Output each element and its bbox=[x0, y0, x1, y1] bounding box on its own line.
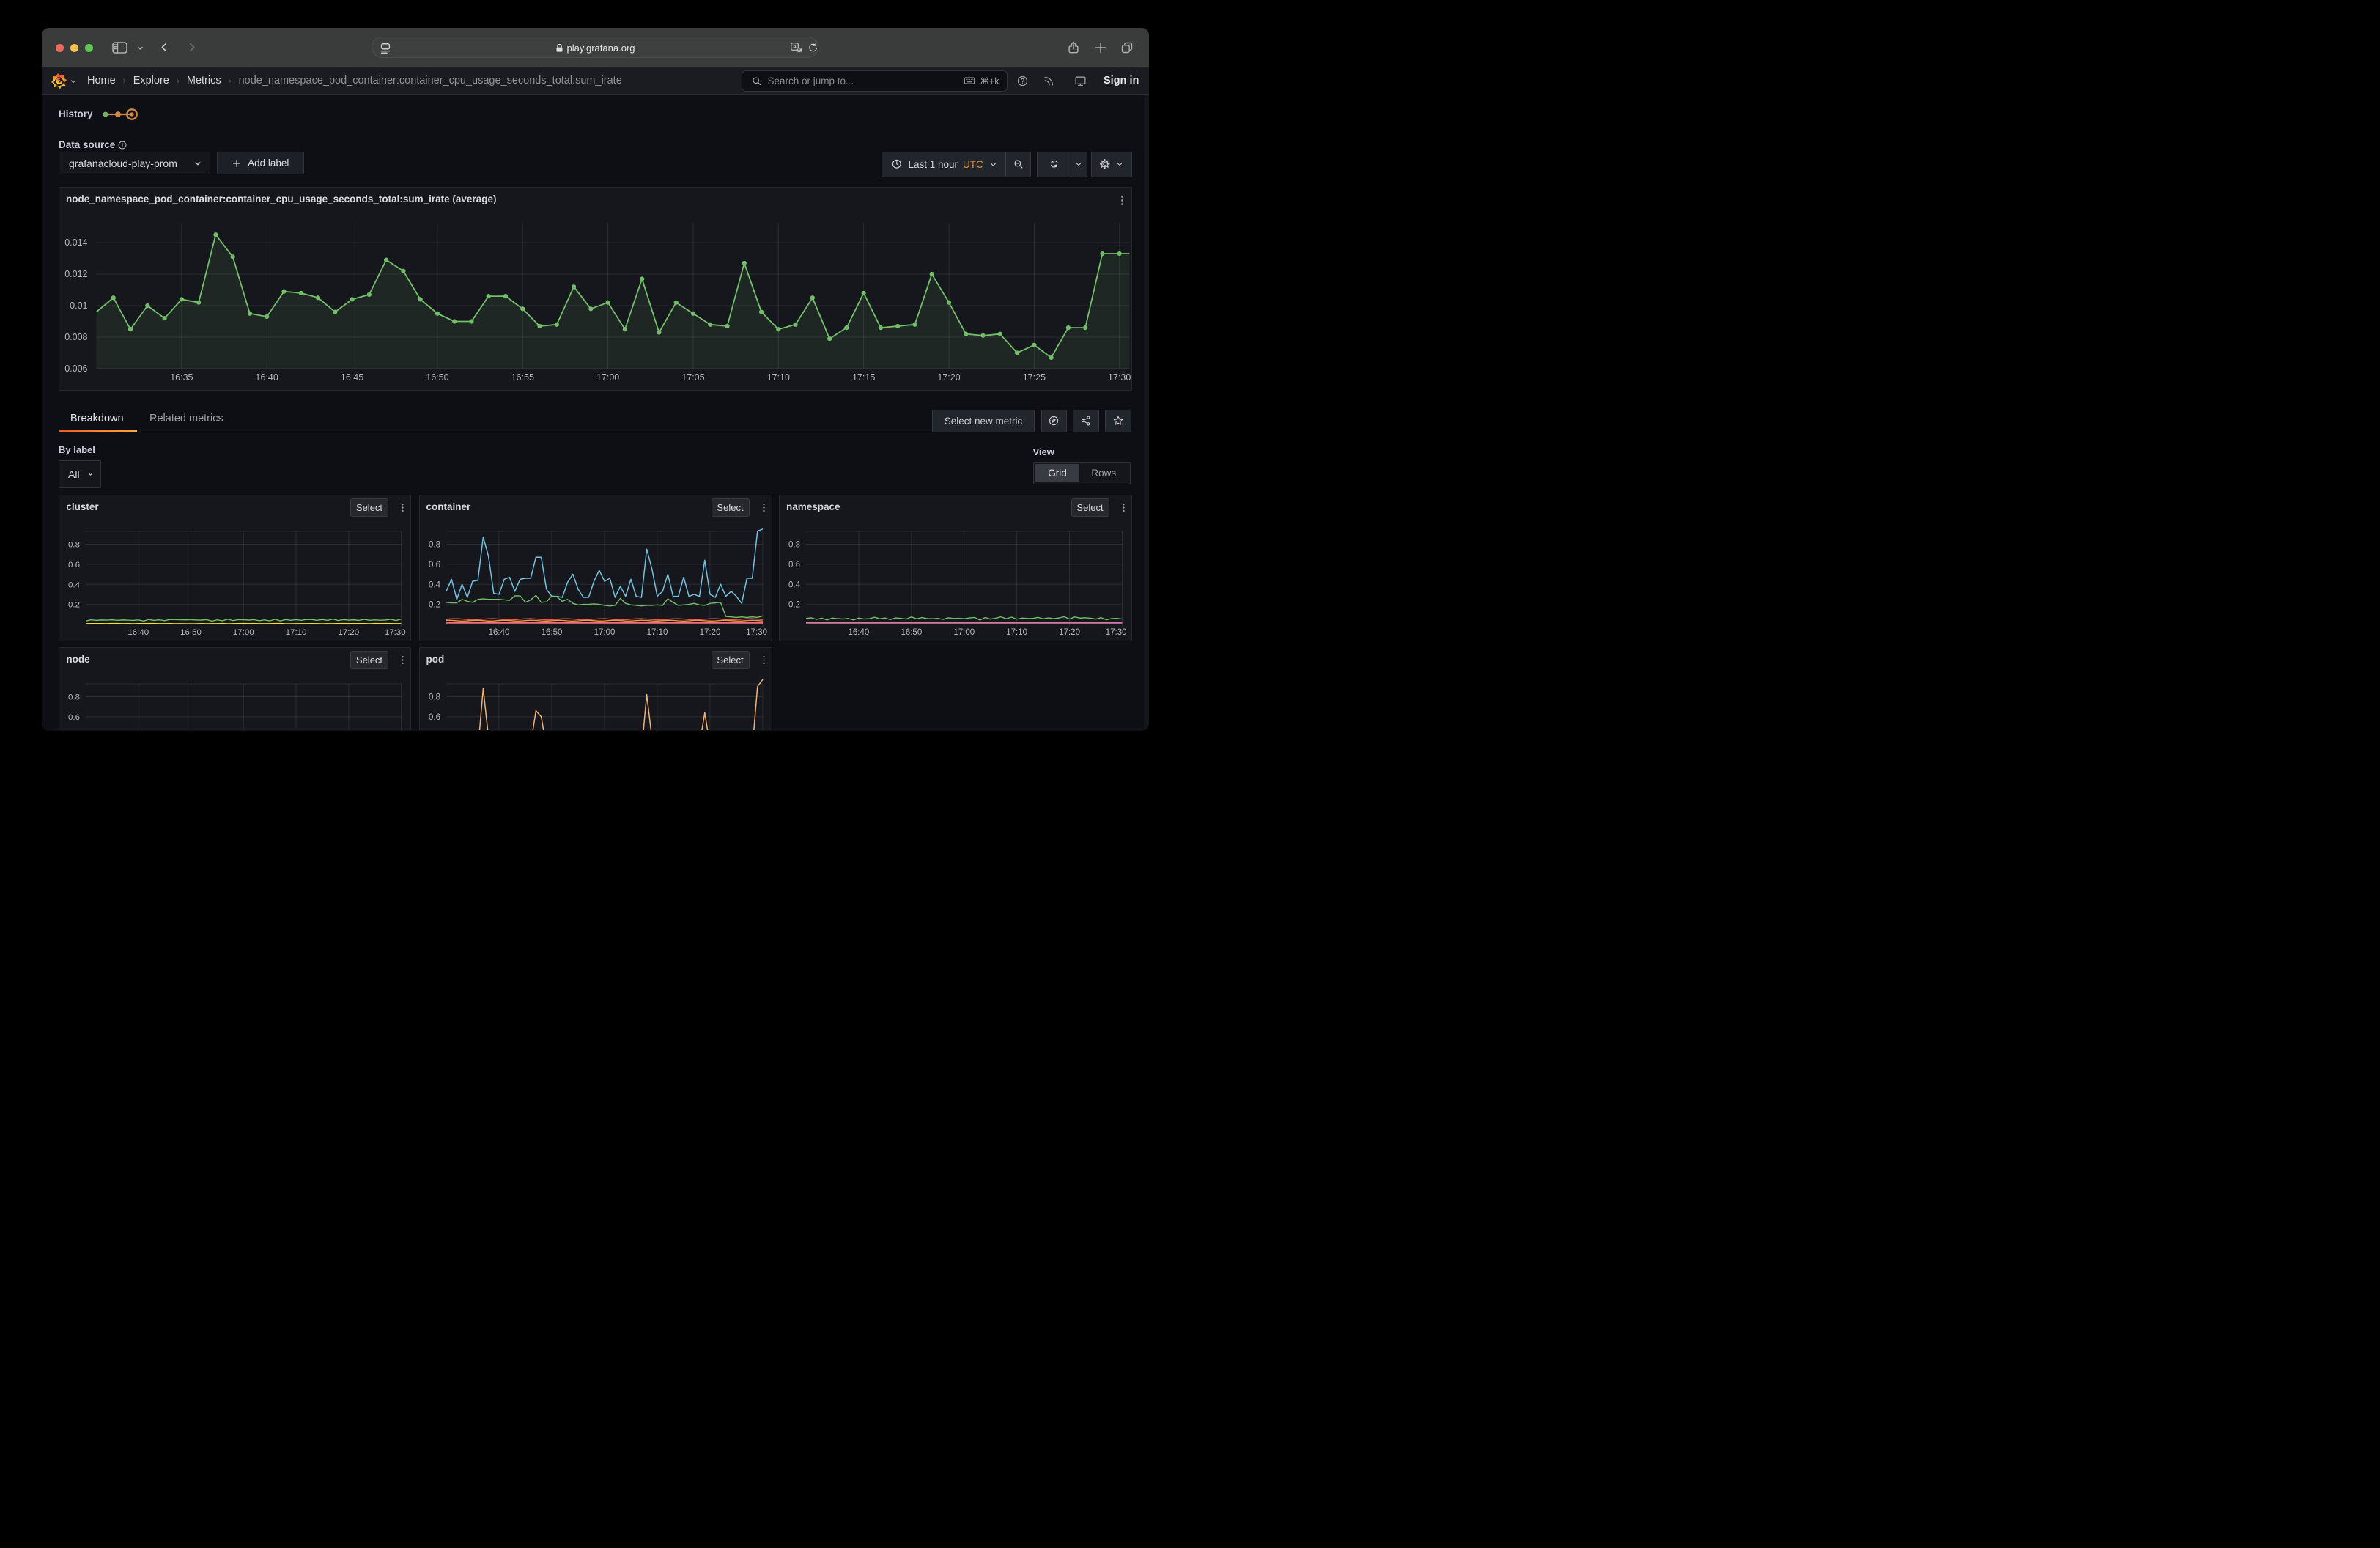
svg-text:16:55: 16:55 bbox=[511, 372, 534, 383]
svg-text:17:30: 17:30 bbox=[1106, 628, 1127, 637]
svg-text:17:15: 17:15 bbox=[852, 372, 875, 383]
svg-text:17:20: 17:20 bbox=[699, 628, 720, 637]
svg-text:17:00: 17:00 bbox=[596, 372, 619, 383]
svg-text:16:40: 16:40 bbox=[849, 628, 870, 637]
svg-text:0.2: 0.2 bbox=[429, 600, 440, 609]
svg-text:0.8: 0.8 bbox=[429, 693, 440, 701]
svg-text:17:00: 17:00 bbox=[594, 628, 615, 637]
svg-text:0.4: 0.4 bbox=[429, 580, 441, 589]
svg-text:17:30: 17:30 bbox=[385, 627, 406, 636]
svg-text:0.014: 0.014 bbox=[64, 237, 87, 248]
svg-text:文: 文 bbox=[797, 47, 802, 53]
svg-text:17:20: 17:20 bbox=[937, 372, 960, 383]
svg-text:0.8: 0.8 bbox=[429, 540, 440, 549]
svg-text:17:10: 17:10 bbox=[286, 627, 307, 636]
svg-text:17:00: 17:00 bbox=[953, 628, 975, 637]
svg-text:0.6: 0.6 bbox=[429, 560, 440, 569]
svg-text:16:50: 16:50 bbox=[181, 627, 202, 636]
svg-text:0.006: 0.006 bbox=[64, 364, 87, 374]
svg-text:17:10: 17:10 bbox=[767, 372, 790, 383]
svg-text:0.008: 0.008 bbox=[64, 332, 87, 342]
svg-text:0.8: 0.8 bbox=[68, 693, 80, 701]
svg-text:16:40: 16:40 bbox=[256, 372, 278, 383]
svg-text:0.4: 0.4 bbox=[68, 580, 81, 589]
svg-text:16:35: 16:35 bbox=[170, 372, 193, 383]
svg-text:17:30: 17:30 bbox=[1108, 372, 1131, 383]
svg-text:0.2: 0.2 bbox=[68, 600, 80, 609]
svg-text:0.012: 0.012 bbox=[64, 269, 87, 279]
svg-text:17:20: 17:20 bbox=[1059, 628, 1080, 637]
svg-text:17:00: 17:00 bbox=[233, 627, 254, 636]
svg-text:0.6: 0.6 bbox=[68, 560, 80, 569]
svg-text:0.8: 0.8 bbox=[68, 540, 80, 549]
svg-text:16:45: 16:45 bbox=[341, 372, 363, 383]
svg-text:17:25: 17:25 bbox=[1023, 372, 1046, 383]
svg-text:16:50: 16:50 bbox=[426, 372, 448, 383]
svg-text:17:10: 17:10 bbox=[646, 628, 668, 637]
svg-text:0.6: 0.6 bbox=[788, 560, 800, 569]
svg-text:17:30: 17:30 bbox=[746, 628, 767, 637]
svg-text:17:10: 17:10 bbox=[1006, 628, 1027, 637]
svg-text:0.6: 0.6 bbox=[429, 712, 440, 721]
svg-text:17:05: 17:05 bbox=[681, 372, 704, 383]
svg-text:16:50: 16:50 bbox=[901, 628, 922, 637]
svg-text:16:40: 16:40 bbox=[488, 628, 509, 637]
svg-text:0.01: 0.01 bbox=[70, 301, 87, 311]
svg-text:17:20: 17:20 bbox=[339, 627, 360, 636]
svg-text:0.4: 0.4 bbox=[788, 580, 801, 589]
svg-text:0.2: 0.2 bbox=[788, 600, 800, 609]
svg-text:0.8: 0.8 bbox=[788, 540, 800, 549]
svg-text:16:50: 16:50 bbox=[541, 628, 562, 637]
svg-text:16:40: 16:40 bbox=[128, 627, 149, 636]
svg-text:0.6: 0.6 bbox=[68, 712, 80, 721]
